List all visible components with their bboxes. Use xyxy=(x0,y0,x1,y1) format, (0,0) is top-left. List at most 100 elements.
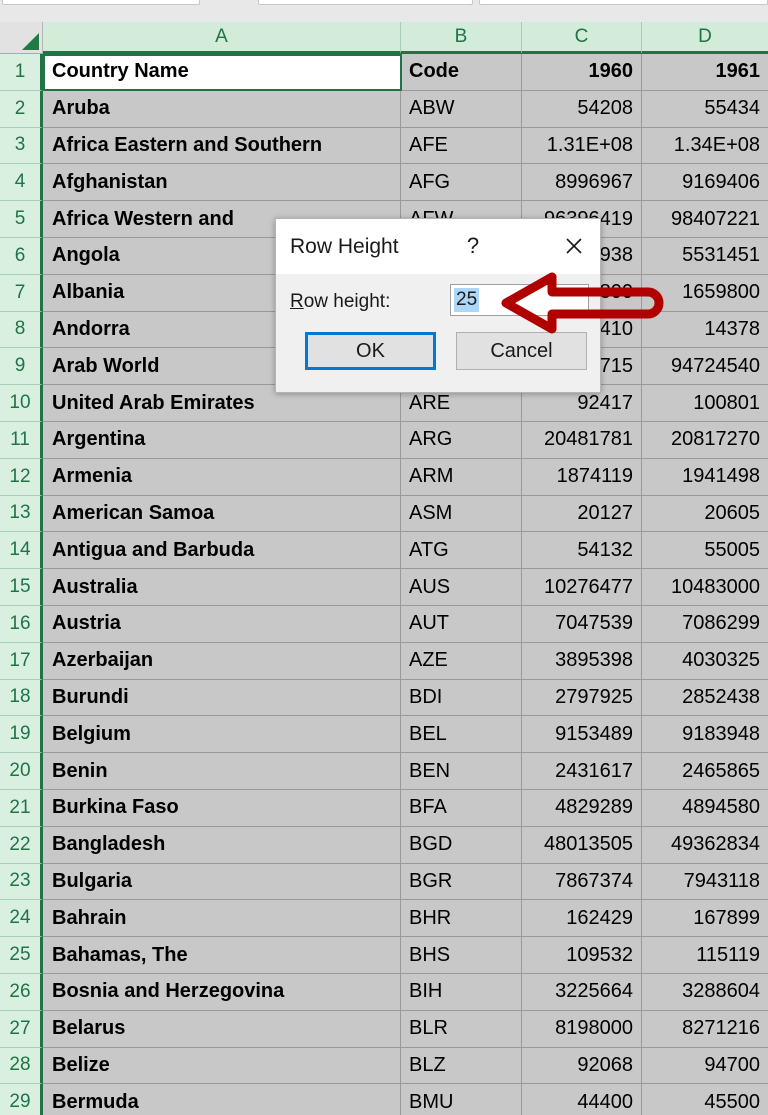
cell-a24[interactable]: Bahrain xyxy=(43,900,401,938)
cell-b27[interactable]: BLR xyxy=(401,1010,522,1048)
cell-d11[interactable]: 20817270 xyxy=(642,421,768,459)
cell-a18[interactable]: Burundi xyxy=(43,679,401,717)
cell-d21[interactable]: 4894580 xyxy=(642,789,768,827)
cell-b21[interactable]: BFA xyxy=(401,789,522,827)
cell-b13[interactable]: ASM xyxy=(401,495,522,533)
cell-b11[interactable]: ARG xyxy=(401,421,522,459)
table-row[interactable]: 24 Bahrain BHR 162429 167899 xyxy=(0,900,768,938)
cell-a13[interactable]: American Samoa xyxy=(43,495,401,533)
cell-d14[interactable]: 55005 xyxy=(642,532,768,570)
row-header-19[interactable]: 19 xyxy=(0,716,43,754)
table-row[interactable]: 29 Bermuda BMU 44400 45500 xyxy=(0,1084,768,1115)
row-header-11[interactable]: 11 xyxy=(0,421,43,459)
spreadsheet-grid[interactable]: A B C D 1 Country Name Code 1960 1961 2A… xyxy=(0,22,768,1115)
cell-a14[interactable]: Antigua and Barbuda xyxy=(43,532,401,570)
cell-a26[interactable]: Bosnia and Herzegovina xyxy=(43,973,401,1011)
cell-c27[interactable]: 8198000 xyxy=(522,1010,642,1048)
table-row[interactable]: 23 Bulgaria BGR 7867374 7943118 xyxy=(0,863,768,901)
cell-d4[interactable]: 9169406 xyxy=(642,164,768,202)
cell-c20[interactable]: 2431617 xyxy=(522,753,642,790)
table-row[interactable]: 20 Benin BEN 2431617 2465865 xyxy=(0,753,768,790)
cell-a25[interactable]: Bahamas, The xyxy=(43,937,401,974)
cell-a3[interactable]: Africa Eastern and Southern xyxy=(43,127,401,165)
cell-c23[interactable]: 7867374 xyxy=(522,863,642,901)
cell-c17[interactable]: 3895398 xyxy=(522,642,642,680)
table-row[interactable]: 18 Burundi BDI 2797925 2852438 xyxy=(0,679,768,717)
table-row[interactable]: 4 Afghanistan AFG 8996967 9169406 xyxy=(0,164,768,202)
cell-d3[interactable]: 1.34E+08 xyxy=(642,127,768,165)
table-row[interactable]: 26 Bosnia and Herzegovina BIH 3225664 328860… xyxy=(0,973,768,1011)
row-header-24[interactable]: 24 xyxy=(0,900,43,938)
row-height-input[interactable]: 25 xyxy=(450,284,589,316)
cell-a16[interactable]: Austria xyxy=(43,605,401,643)
cell-a27[interactable]: Belarus xyxy=(43,1010,401,1048)
ok-button[interactable]: OK xyxy=(305,332,436,370)
cell-c25[interactable]: 109532 xyxy=(522,937,642,974)
row-header-12[interactable]: 12 xyxy=(0,458,43,496)
cancel-button[interactable]: Cancel xyxy=(456,332,587,370)
cell-b17[interactable]: AZE xyxy=(401,642,522,680)
column-header-b[interactable]: B xyxy=(401,22,522,54)
formula-bar-right-cutoff[interactable] xyxy=(479,0,768,5)
cell-a22[interactable]: Bangladesh xyxy=(43,826,401,864)
cell-a11[interactable]: Argentina xyxy=(43,421,401,459)
table-row[interactable]: 17 Azerbaijan AZE 3895398 4030325 xyxy=(0,642,768,680)
table-row[interactable]: 14 Antigua and Barbuda ATG 54132 55005 xyxy=(0,532,768,570)
cell-d15[interactable]: 10483000 xyxy=(642,569,768,606)
cell-c11[interactable]: 20481781 xyxy=(522,421,642,459)
cell-d28[interactable]: 94700 xyxy=(642,1047,768,1085)
column-header-c[interactable]: C xyxy=(522,22,642,54)
cell-a23[interactable]: Bulgaria xyxy=(43,863,401,901)
row-header-22[interactable]: 22 xyxy=(0,826,43,864)
row-header-18[interactable]: 18 xyxy=(0,679,43,717)
cell-d25[interactable]: 115119 xyxy=(642,937,768,974)
cell-c21[interactable]: 4829289 xyxy=(522,789,642,827)
row-header-21[interactable]: 21 xyxy=(0,789,43,827)
row-header-15[interactable]: 15 xyxy=(0,569,43,606)
name-box-cutoff[interactable] xyxy=(2,0,200,5)
cell-d13[interactable]: 20605 xyxy=(642,495,768,533)
cell-c4[interactable]: 8996967 xyxy=(522,164,642,202)
cell-b15[interactable]: AUS xyxy=(401,569,522,606)
cell-b14[interactable]: ATG xyxy=(401,532,522,570)
cell-d17[interactable]: 4030325 xyxy=(642,642,768,680)
table-row[interactable]: 16 Austria AUT 7047539 7086299 xyxy=(0,605,768,643)
row-header-4[interactable]: 4 xyxy=(0,164,43,202)
table-row[interactable]: 25 Bahamas, The BHS 109532 115119 xyxy=(0,937,768,974)
cell-c28[interactable]: 92068 xyxy=(522,1047,642,1085)
cell-a15[interactable]: Australia xyxy=(43,569,401,606)
cell-d20[interactable]: 2465865 xyxy=(642,753,768,790)
cell-d18[interactable]: 2852438 xyxy=(642,679,768,717)
cell-d19[interactable]: 9183948 xyxy=(642,716,768,754)
cell-d8[interactable]: 14378 xyxy=(642,311,768,349)
row-header-27[interactable]: 27 xyxy=(0,1010,43,1048)
cell-d29[interactable]: 45500 xyxy=(642,1084,768,1115)
row-height-dialog[interactable]: Row Height ? Row height: 25 OK Cancel xyxy=(275,218,601,393)
row-header-26[interactable]: 26 xyxy=(0,973,43,1011)
cell-d7[interactable]: 1659800 xyxy=(642,274,768,312)
cell-d5[interactable]: 98407221 xyxy=(642,201,768,238)
column-header-d[interactable]: D xyxy=(642,22,768,54)
cell-c29[interactable]: 44400 xyxy=(522,1084,642,1115)
cell-a4[interactable]: Afghanistan xyxy=(43,164,401,202)
close-icon[interactable] xyxy=(559,231,589,261)
table-row[interactable]: 21 Burkina Faso BFA 4829289 4894580 xyxy=(0,789,768,827)
dialog-titlebar[interactable]: Row Height ? xyxy=(276,219,600,274)
cell-b19[interactable]: BEL xyxy=(401,716,522,754)
row-header-3[interactable]: 3 xyxy=(0,127,43,165)
cell-b29[interactable]: BMU xyxy=(401,1084,522,1115)
table-row[interactable]: 22 Bangladesh BGD 48013505 49362834 xyxy=(0,826,768,864)
cell-a28[interactable]: Belize xyxy=(43,1047,401,1085)
cell-b16[interactable]: AUT xyxy=(401,605,522,643)
cell-b24[interactable]: BHR xyxy=(401,900,522,938)
row-header-10[interactable]: 10 xyxy=(0,385,43,422)
cell-c16[interactable]: 7047539 xyxy=(522,605,642,643)
row-header-5[interactable]: 5 xyxy=(0,201,43,238)
cell-c24[interactable]: 162429 xyxy=(522,900,642,938)
row-header-8[interactable]: 8 xyxy=(0,311,43,349)
cell-d9[interactable]: 94724540 xyxy=(642,348,768,386)
cell-c3[interactable]: 1.31E+08 xyxy=(522,127,642,165)
cell-c18[interactable]: 2797925 xyxy=(522,679,642,717)
cell-d10[interactable]: 100801 xyxy=(642,385,768,422)
cell-b12[interactable]: ARM xyxy=(401,458,522,496)
